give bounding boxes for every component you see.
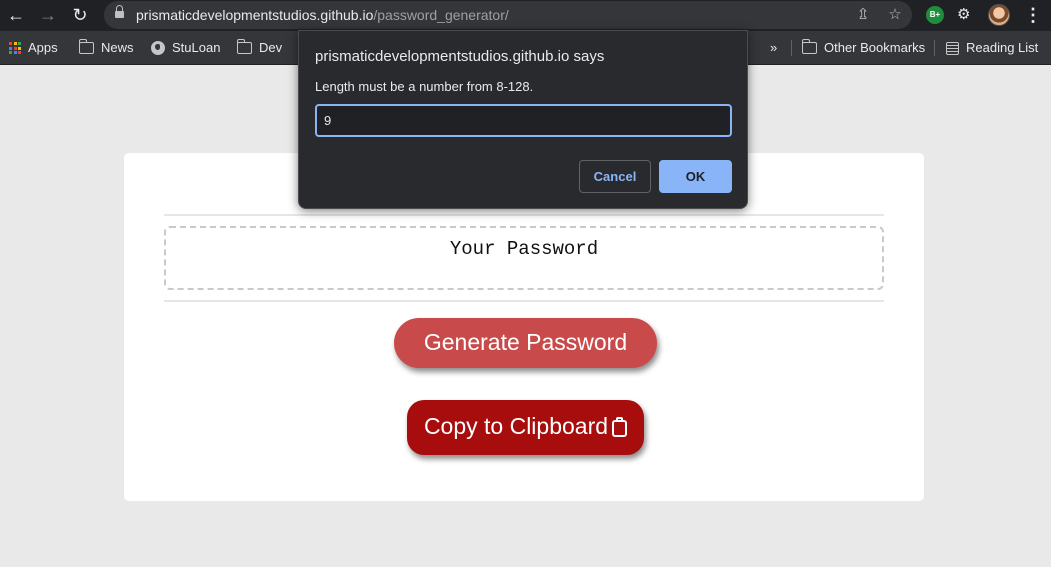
dialog-title: prismaticdevelopmentstudios.github.io sa… [315,48,605,65]
url-host: prismaticdevelopmentstudios.github.io [136,7,374,23]
dialog-input[interactable] [315,104,732,137]
menu-kebab-icon[interactable]: ⋮ [1024,4,1042,26]
ok-button[interactable]: OK [659,160,732,193]
url-text[interactable]: prismaticdevelopmentstudios.github.io/pa… [136,7,509,23]
reload-icon[interactable]: ↻ [68,4,92,26]
profile-avatar[interactable] [988,4,1010,26]
back-arrow-icon[interactable]: ← [4,4,28,26]
lock-icon[interactable] [115,5,124,20]
bookmark-label: StuLoan [172,40,221,55]
top-divider [164,214,884,216]
apps-grid-icon [9,42,21,54]
bookmarks-overflow-button[interactable]: » [770,39,777,57]
forward-arrow-icon[interactable]: → [36,4,60,26]
bookmark-label: Dev [259,40,283,55]
other-bookmarks-label: Other Bookmarks [824,40,926,55]
bottom-divider [164,300,884,302]
bookmark-stuloan[interactable]: StuLoan [151,39,220,57]
cancel-button[interactable]: Cancel [579,160,651,193]
bookmark-label: News [101,40,134,55]
reading-list-icon [946,41,959,55]
star-icon[interactable]: ☆ [886,6,904,24]
folder-icon [78,39,94,54]
other-bookmarks[interactable]: Other Bookmarks [801,39,926,57]
copy-to-clipboard-button[interactable]: Copy to Clipboard [407,400,644,455]
reading-list[interactable]: Reading List [946,39,1038,57]
bookmark-label: Apps [28,40,58,55]
browser-toolbar: ← → ↻ prismaticdevelopmentstudios.github… [0,0,1051,31]
prompt-dialog: prismaticdevelopmentstudios.github.io sa… [298,30,748,209]
extension-badge-icon[interactable]: B+ [926,6,944,24]
address-bar[interactable]: prismaticdevelopmentstudios.github.io/pa… [104,1,912,29]
password-output[interactable]: Your Password [164,226,884,290]
url-path: /password_generator/ [373,7,509,23]
copy-button-label: Copy to Clipboard [423,413,609,439]
bookmark-apps[interactable]: Apps [9,39,58,57]
folder-icon [236,39,252,54]
generate-password-button[interactable]: Generate Password [394,318,657,368]
bookmarks-separator [791,40,792,56]
bookmarks-separator [934,40,935,56]
dialog-message: Length must be a number from 8-128. [315,79,534,94]
share-icon[interactable]: ⇫ [854,6,872,24]
globe-icon [151,41,165,55]
bookmark-news[interactable]: News [78,39,134,57]
bookmark-dev[interactable]: Dev [236,39,283,57]
reading-list-label: Reading List [966,40,1039,55]
extensions-puzzle-icon[interactable]: ⚙ [957,5,970,23]
password-placeholder: Your Password [449,238,599,260]
folder-icon [801,39,817,54]
clipboard-icon [612,417,628,437]
